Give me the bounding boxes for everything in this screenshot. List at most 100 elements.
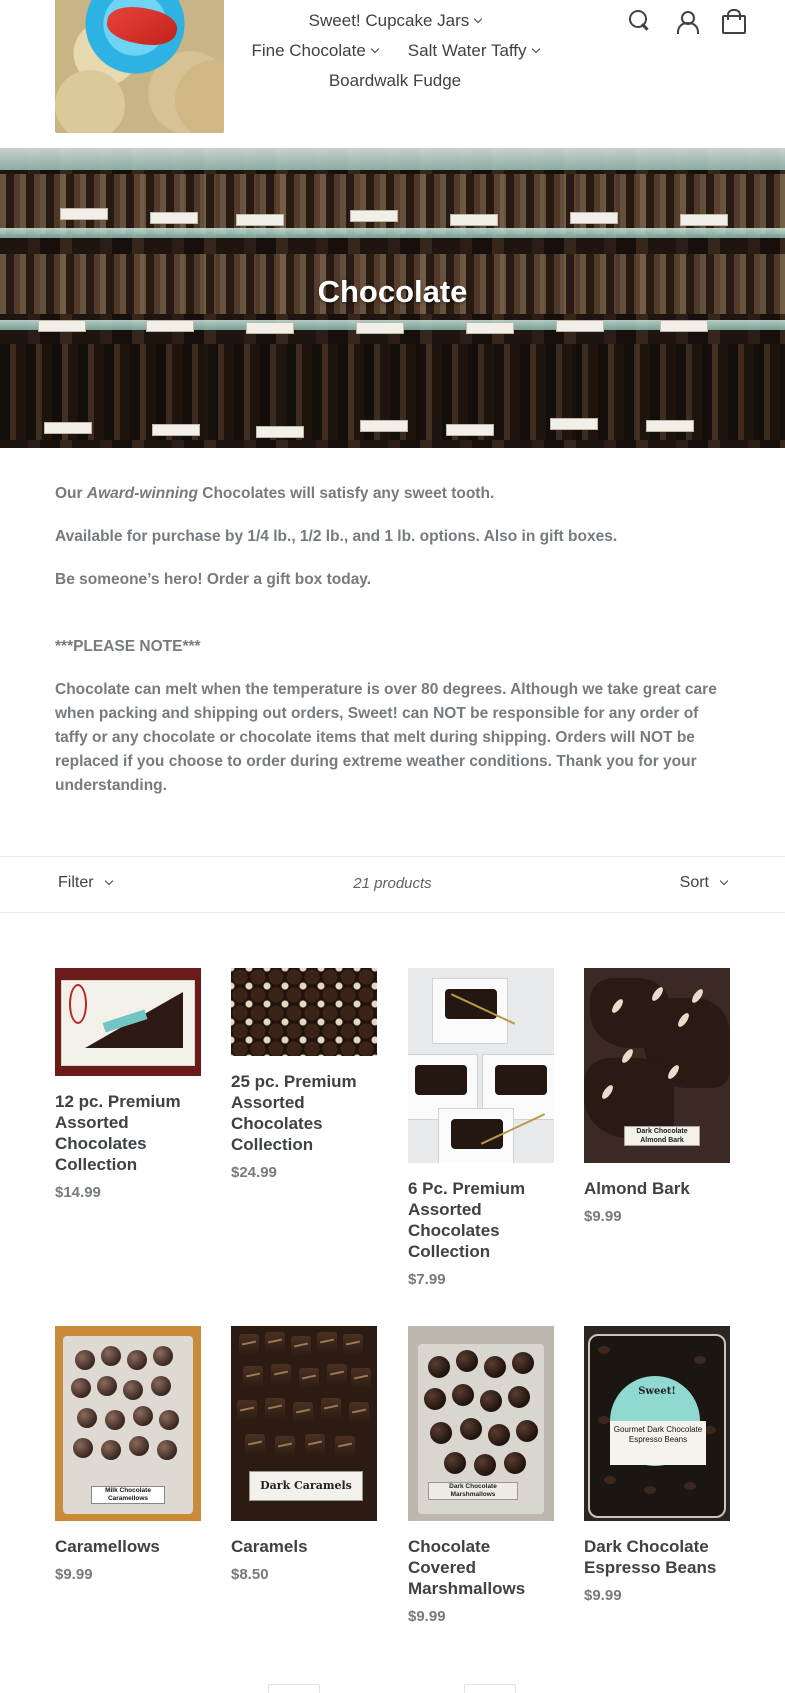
product-image[interactable]: Milk Chocolate Caramellows — [55, 1326, 201, 1521]
image-tag: Dark Chocolate Almond Bark — [624, 1126, 700, 1146]
hero-price-tag — [60, 208, 108, 220]
nav-item-label: Fine Chocolate — [251, 41, 366, 60]
image-candy — [123, 1380, 143, 1400]
image-candy — [129, 1436, 149, 1456]
chevron-down-icon — [474, 14, 483, 24]
hero-price-tag — [360, 420, 408, 432]
product-title[interactable]: 12 pc. Premium Assorted Chocolates Colle… — [55, 1091, 201, 1175]
image-ribbon — [69, 984, 87, 1024]
note-heading: ***PLEASE NOTE*** — [55, 638, 201, 655]
product-image[interactable]: Dark Chocolate Marshmallows — [408, 1326, 554, 1521]
image-candy — [293, 1402, 313, 1424]
product-card[interactable]: Dark Chocolate Almond Bark Almond Bark $… — [584, 968, 730, 1225]
search-icon[interactable] — [627, 8, 653, 34]
image-candy — [424, 1388, 446, 1410]
chevron-down-icon — [370, 44, 380, 54]
product-image[interactable]: Dark Caramels — [231, 1326, 377, 1521]
hero-price-tag — [236, 214, 284, 226]
image-candy — [327, 1364, 347, 1386]
hero-price-tag — [446, 424, 494, 436]
product-card[interactable]: Milk Chocolate Caramellows Caramellows $… — [55, 1326, 201, 1583]
product-card[interactable]: Dark Caramels Caramels $8.50 — [231, 1326, 377, 1583]
chevron-down-icon — [719, 876, 729, 886]
hero-price-tag — [356, 322, 404, 334]
image-candy — [480, 1390, 502, 1412]
image-bean — [598, 1346, 610, 1354]
product-card[interactable]: Sweet! Gourmet Dark Chocolate Espresso B… — [584, 1326, 730, 1604]
hero-price-tag — [680, 214, 728, 226]
image-candy — [512, 1352, 534, 1374]
image-candy — [488, 1424, 510, 1446]
hero-price-tag — [350, 210, 398, 222]
main-nav: Sweet! Cupcake Jars Fine Chocolate Salt … — [230, 6, 560, 96]
image-candy — [239, 1334, 259, 1356]
description-paragraph: Be someone’s hero! Order a gift box toda… — [55, 571, 372, 588]
product-image[interactable] — [55, 968, 201, 1076]
image-candy — [265, 1398, 285, 1420]
site-header: Sweet! Cupcake Jars Fine Chocolate Salt … — [0, 0, 785, 148]
product-image[interactable] — [231, 968, 377, 1056]
product-title[interactable]: Caramellows — [55, 1536, 201, 1557]
product-title[interactable]: Almond Bark — [584, 1178, 730, 1199]
nav-item-boardwalk-fudge[interactable]: Boardwalk Fudge — [329, 66, 461, 96]
nav-item-label: Salt Water Taffy — [407, 41, 527, 60]
image-candy — [430, 1422, 452, 1444]
image-candy — [237, 1400, 257, 1422]
nav-item-label: Boardwalk Fudge — [328, 71, 462, 90]
collection-description: Our Award-winning Chocolates will satisf… — [55, 482, 735, 817]
image-tag: Dark Chocolate Marshmallows — [428, 1482, 518, 1500]
header-icons — [627, 8, 746, 34]
pagination-next-button[interactable] — [464, 1684, 516, 1693]
product-title[interactable]: Dark Chocolate Espresso Beans — [584, 1536, 730, 1578]
image-candy — [299, 1368, 319, 1390]
nav-item-salt-water-taffy[interactable]: Salt Water Taffy — [407, 36, 540, 66]
product-image[interactable]: Sweet! Gourmet Dark Chocolate Espresso B… — [584, 1326, 730, 1521]
product-price: $14.99 — [55, 1184, 101, 1201]
image-tag: Gourmet Dark Chocolate Espresso Beans — [610, 1421, 706, 1465]
product-price: $8.50 — [231, 1566, 269, 1583]
hero-price-tag — [44, 422, 92, 434]
image-candy — [305, 1434, 325, 1456]
product-image[interactable] — [408, 968, 554, 1163]
product-card[interactable]: Dark Chocolate Marshmallows Chocolate Co… — [408, 1326, 554, 1625]
product-price: $24.99 — [231, 1164, 277, 1181]
image-candy — [105, 1410, 125, 1430]
image-chocolates — [495, 1065, 547, 1095]
image-candy — [349, 1402, 369, 1424]
image-candy — [101, 1440, 121, 1460]
product-title[interactable]: Caramels — [231, 1536, 377, 1557]
image-candy — [157, 1440, 177, 1460]
account-icon[interactable] — [673, 8, 699, 34]
image-bean — [694, 1356, 706, 1364]
product-title[interactable]: 6 Pc. Premium Assorted Chocolates Collec… — [408, 1178, 554, 1262]
hero-price-tag — [570, 212, 618, 224]
hero-price-tag — [150, 212, 198, 224]
image-candy — [335, 1436, 355, 1458]
image-candy — [101, 1346, 121, 1366]
image-brand: Sweet! — [638, 1386, 676, 1397]
site-logo[interactable] — [55, 0, 224, 133]
image-tag: Dark Caramels — [249, 1471, 363, 1501]
hero-price-tag — [146, 320, 194, 332]
hero-price-tag — [256, 426, 304, 438]
product-card[interactable]: 6 Pc. Premium Assorted Chocolates Collec… — [408, 968, 554, 1288]
description-paragraph: Available for purchase by 1/4 lb., 1/2 l… — [55, 528, 618, 545]
product-card[interactable]: 12 pc. Premium Assorted Chocolates Colle… — [55, 968, 201, 1201]
image-candy — [504, 1452, 526, 1474]
hero-price-tag — [660, 320, 708, 332]
pagination-prev-button[interactable] — [268, 1684, 320, 1693]
product-title[interactable]: Chocolate Covered Marshmallows — [408, 1536, 554, 1599]
nav-item-cupcake-jars[interactable]: Sweet! Cupcake Jars — [309, 6, 483, 36]
image-chocolates — [415, 1065, 467, 1095]
cart-icon[interactable] — [719, 8, 746, 34]
image-candy — [275, 1436, 295, 1458]
product-title[interactable]: 25 pc. Premium Assorted Chocolates Colle… — [231, 1071, 377, 1155]
nav-item-fine-chocolate[interactable]: Fine Chocolate — [251, 36, 380, 66]
image-candy — [77, 1408, 97, 1428]
product-image[interactable]: Dark Chocolate Almond Bark — [584, 968, 730, 1163]
sort-dropdown[interactable]: Sort — [680, 874, 729, 892]
hero-shelf — [0, 148, 785, 170]
product-card[interactable]: 25 pc. Premium Assorted Chocolates Colle… — [231, 968, 377, 1181]
image-candy — [133, 1406, 153, 1426]
hero-price-tag — [646, 420, 694, 432]
